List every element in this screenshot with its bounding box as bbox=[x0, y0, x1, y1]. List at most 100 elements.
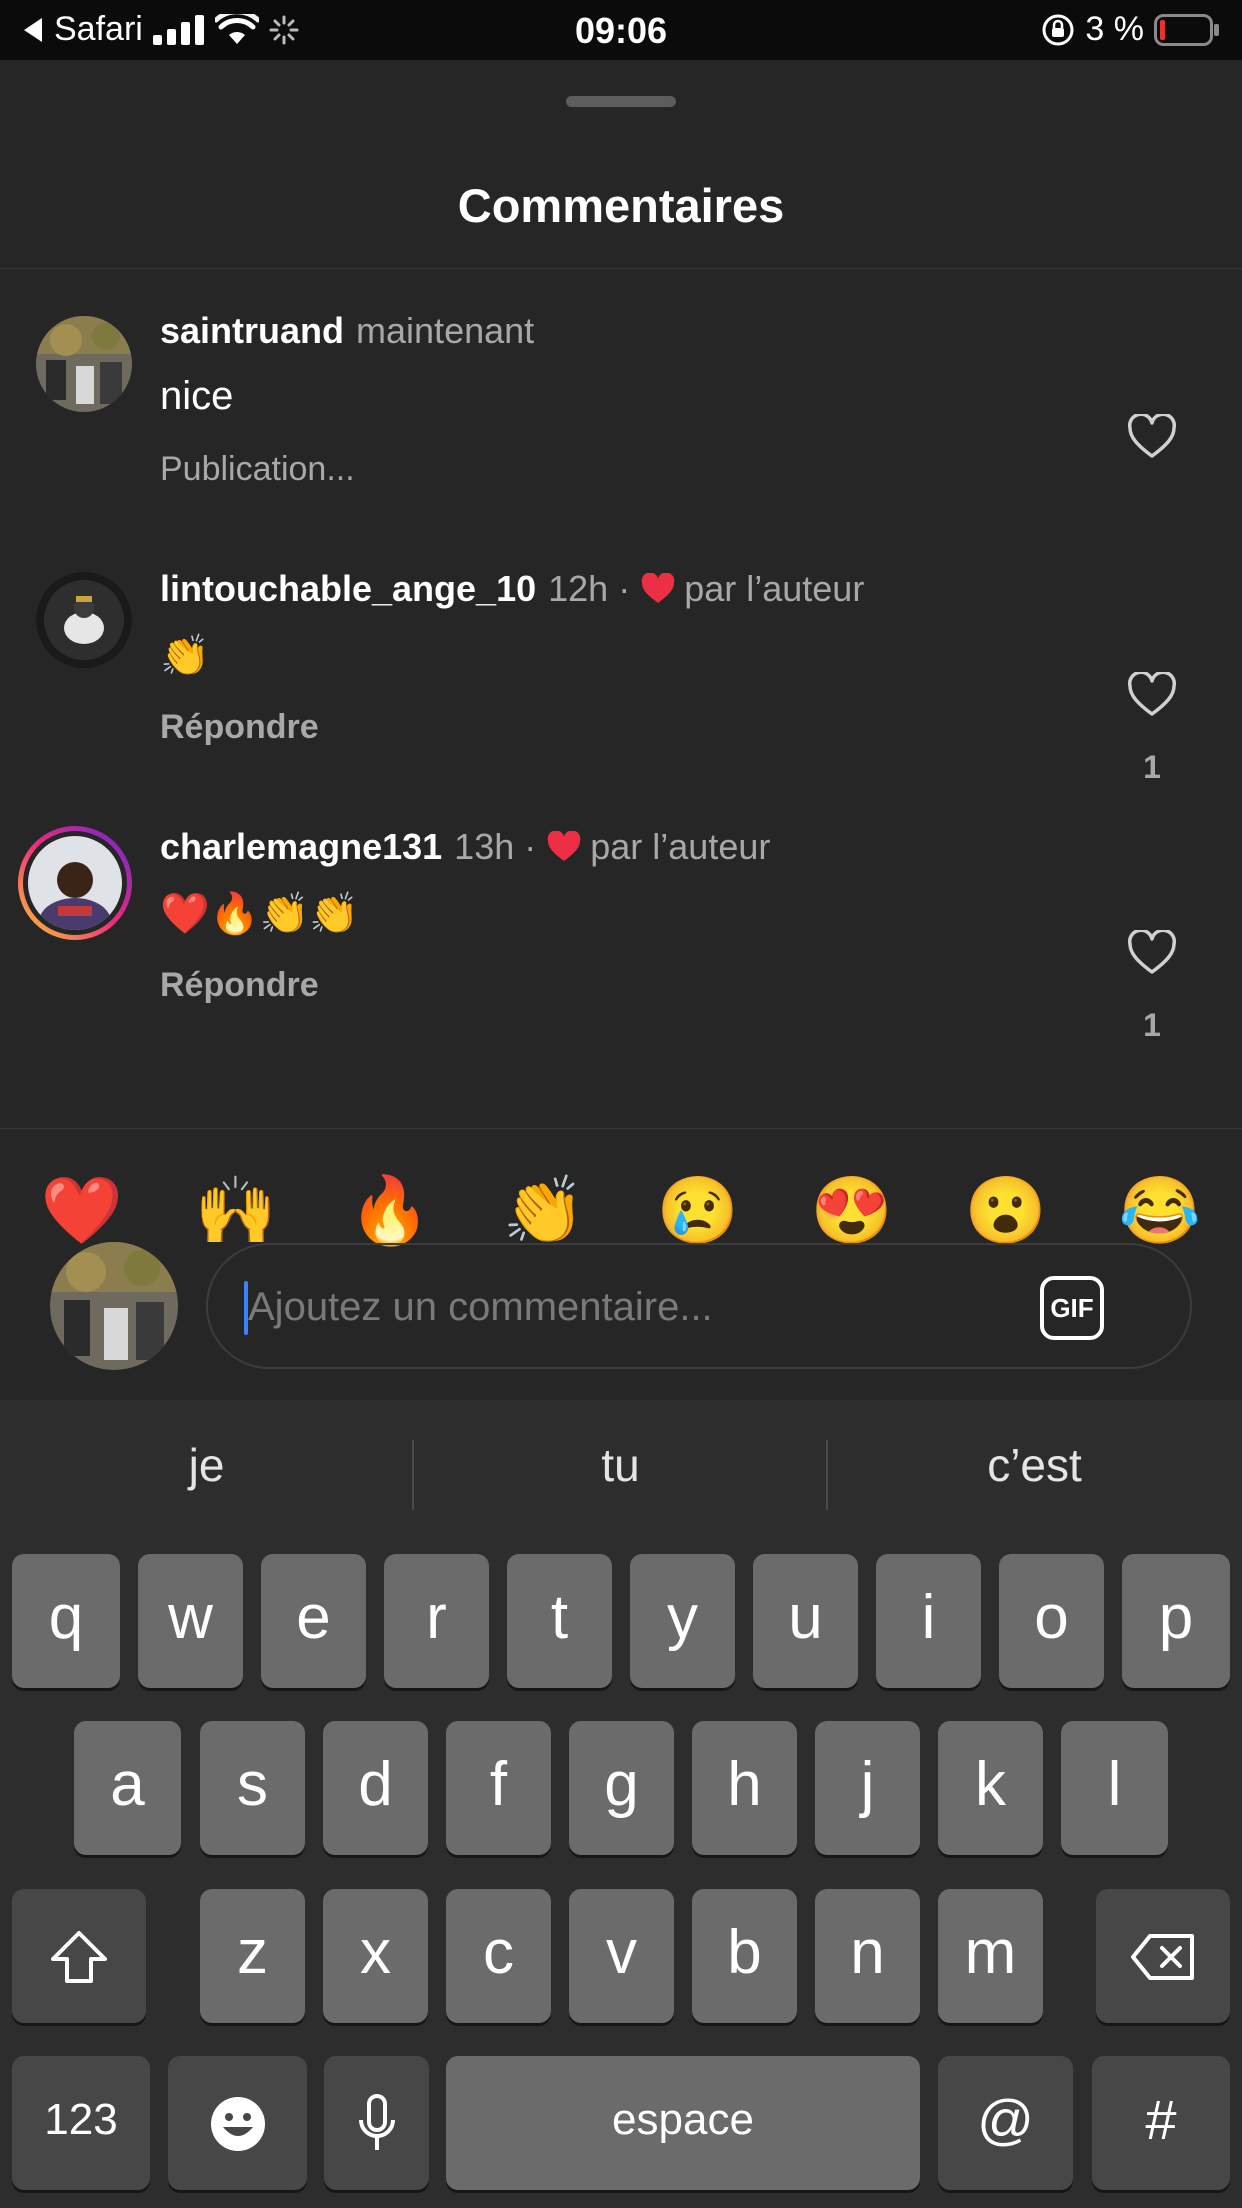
meta-separator: · bbox=[524, 826, 537, 867]
dictation-key[interactable] bbox=[324, 2056, 429, 2190]
comment-header: lintouchable_ange_10 12h · par l’auteur bbox=[160, 568, 864, 610]
key-s[interactable]: s bbox=[200, 1721, 305, 1855]
emoji-key[interactable] bbox=[168, 2056, 307, 2190]
key-j[interactable]: j bbox=[815, 1721, 920, 1855]
comment-username[interactable]: lintouchable_ange_10 bbox=[160, 568, 536, 610]
reaction-heart[interactable]: ❤️ bbox=[38, 1166, 126, 1254]
heart-filled-icon bbox=[640, 573, 676, 605]
comment-text: ❤️🔥👏👏 bbox=[160, 892, 360, 936]
reaction-heart-eyes[interactable]: 😍 bbox=[808, 1166, 896, 1254]
comment-text: nice bbox=[160, 374, 234, 418]
key-z[interactable]: z bbox=[200, 1889, 305, 2023]
key-f[interactable]: f bbox=[446, 1721, 551, 1855]
key-p[interactable]: p bbox=[1122, 1554, 1230, 1688]
avatar[interactable] bbox=[36, 316, 132, 412]
key-g[interactable]: g bbox=[569, 1721, 674, 1855]
like-control: 1 bbox=[1122, 670, 1182, 786]
shift-key[interactable] bbox=[12, 1889, 146, 2023]
reaction-surprised[interactable]: 😮 bbox=[962, 1166, 1050, 1254]
key-l[interactable]: l bbox=[1061, 1721, 1168, 1855]
like-count: 1 bbox=[1143, 1007, 1161, 1043]
avatar bbox=[28, 836, 122, 930]
comment-header: charlemagne131 13h · par l’auteur bbox=[160, 826, 770, 868]
suggestion-3[interactable]: c’est bbox=[828, 1438, 1241, 1492]
heart-outline-icon[interactable] bbox=[1127, 412, 1177, 464]
key-r[interactable]: r bbox=[384, 1554, 489, 1688]
avatar[interactable] bbox=[36, 572, 132, 668]
numbers-key[interactable]: 123 bbox=[12, 2056, 150, 2190]
suggestion-2[interactable]: tu bbox=[414, 1438, 827, 1492]
key-o[interactable]: o bbox=[999, 1554, 1104, 1688]
quick-reactions-bar: ❤️ 🙌 🔥 👏 😢 😍 😮 😂 bbox=[38, 1166, 1204, 1254]
reaction-crying[interactable]: 😢 bbox=[654, 1166, 742, 1254]
comment-input-container: GIF bbox=[206, 1243, 1192, 1369]
at-key[interactable]: @ bbox=[938, 2056, 1073, 2190]
reaction-fire[interactable]: 🔥 bbox=[346, 1166, 434, 1254]
status-right: 3 % bbox=[1041, 10, 1220, 49]
key-k[interactable]: k bbox=[938, 1721, 1043, 1855]
key-u[interactable]: u bbox=[753, 1554, 858, 1688]
key-h[interactable]: h bbox=[692, 1721, 797, 1855]
like-control: 1 bbox=[1122, 928, 1182, 1044]
gif-button[interactable]: GIF bbox=[1040, 1276, 1104, 1340]
key-c[interactable]: c bbox=[446, 1889, 551, 2023]
reply-button[interactable]: Répondre bbox=[160, 966, 770, 1005]
comment-time: maintenant bbox=[356, 310, 535, 351]
key-d[interactable]: d bbox=[323, 1721, 428, 1855]
like-control bbox=[1122, 412, 1182, 465]
author-liked-label: par l’auteur bbox=[590, 826, 771, 867]
avatar-story-ring[interactable] bbox=[18, 826, 132, 940]
battery-percent: 3 % bbox=[1085, 10, 1144, 48]
comment-content: charlemagne131 13h · par l’auteur ❤️🔥👏👏 … bbox=[160, 826, 770, 1005]
comment-time: 12h bbox=[548, 568, 609, 609]
author-liked-label: par l’auteur bbox=[684, 568, 865, 609]
key-v[interactable]: v bbox=[569, 1889, 674, 2023]
key-b[interactable]: b bbox=[692, 1889, 797, 2023]
key-e[interactable]: e bbox=[261, 1554, 366, 1688]
hash-key[interactable]: # bbox=[1092, 2056, 1230, 2190]
key-a[interactable]: a bbox=[74, 1721, 181, 1855]
reaction-clap[interactable]: 👏 bbox=[500, 1166, 588, 1254]
backspace-key[interactable] bbox=[1096, 1889, 1230, 2023]
orientation-lock-icon bbox=[1041, 13, 1075, 47]
comments-sheet: Commentaires saintruand maintenant nice … bbox=[0, 60, 1242, 1400]
comment-username[interactable]: saintruand bbox=[160, 310, 344, 352]
suggestion-bar: je tu c’est bbox=[0, 1400, 1242, 1550]
key-n[interactable]: n bbox=[815, 1889, 920, 2023]
key-q[interactable]: q bbox=[12, 1554, 120, 1688]
comment-content: saintruand maintenant nice Publication..… bbox=[160, 310, 534, 489]
meta-separator: · bbox=[618, 568, 631, 609]
reply-button[interactable]: Répondre bbox=[160, 708, 864, 747]
comment-status: Publication... bbox=[160, 450, 355, 488]
comment-content: lintouchable_ange_10 12h · par l’auteur … bbox=[160, 568, 864, 747]
comment-text: 👏 bbox=[160, 634, 210, 678]
comment-time: 13h bbox=[454, 826, 515, 867]
emoji-icon bbox=[209, 2085, 267, 2154]
sheet-title: Commentaires bbox=[457, 179, 785, 232]
key-x[interactable]: x bbox=[323, 1889, 428, 2023]
key-i[interactable]: i bbox=[876, 1554, 981, 1688]
heart-outline-icon[interactable] bbox=[1127, 928, 1177, 980]
comment-input[interactable] bbox=[246, 1245, 1070, 1369]
space-key[interactable]: espace bbox=[446, 2056, 920, 2190]
keyboard: je tu c’est q w e r t y u i o p a s d f … bbox=[0, 1400, 1242, 2208]
key-y[interactable]: y bbox=[630, 1554, 735, 1688]
suggestion-1[interactable]: je bbox=[0, 1438, 413, 1492]
like-count: 1 bbox=[1143, 749, 1161, 785]
reactions-divider bbox=[0, 1128, 1242, 1129]
sheet-grabber[interactable] bbox=[566, 96, 676, 107]
reaction-laughing[interactable]: 😂 bbox=[1116, 1166, 1204, 1254]
header-divider bbox=[0, 268, 1242, 269]
comment-username[interactable]: charlemagne131 bbox=[160, 826, 442, 868]
key-m[interactable]: m bbox=[938, 1889, 1043, 2023]
reaction-raised-hands[interactable]: 🙌 bbox=[192, 1166, 280, 1254]
shift-icon bbox=[49, 1918, 109, 1987]
comment-header: saintruand maintenant bbox=[160, 310, 534, 352]
status-bar: Safari 09:06 3 % bbox=[0, 0, 1242, 60]
battery-icon bbox=[1154, 13, 1220, 46]
microphone-icon bbox=[357, 2085, 397, 2154]
key-t[interactable]: t bbox=[507, 1554, 612, 1688]
current-user-avatar bbox=[50, 1242, 178, 1370]
key-w[interactable]: w bbox=[138, 1554, 243, 1688]
heart-outline-icon[interactable] bbox=[1127, 670, 1177, 722]
